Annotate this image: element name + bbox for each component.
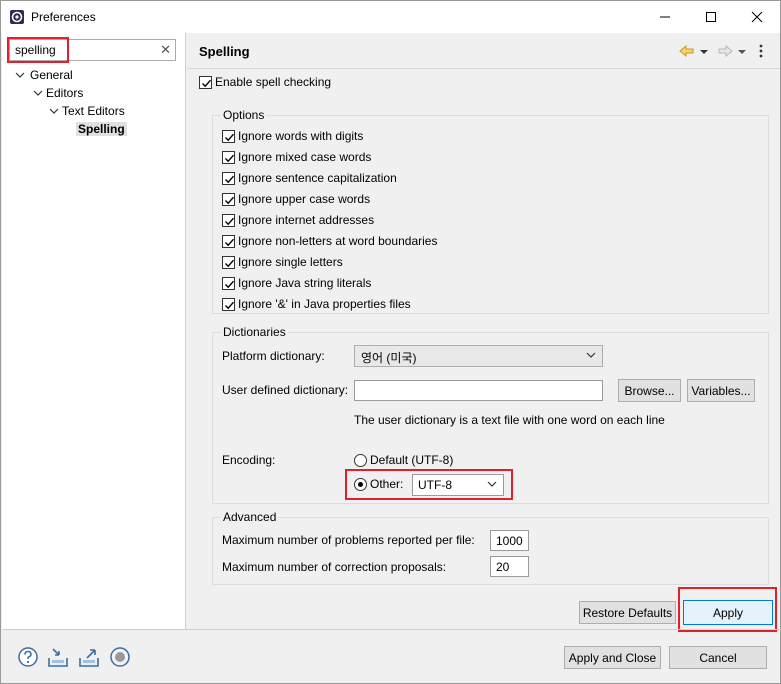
checkmark-icon bbox=[225, 301, 235, 310]
tree-item-text-editors[interactable]: Text Editors bbox=[48, 102, 125, 120]
max-proposals-input[interactable]: 20 bbox=[490, 556, 529, 577]
chevron-down-icon bbox=[586, 352, 596, 358]
tree-item-label: Text Editors bbox=[62, 104, 125, 118]
user-dictionary-input[interactable] bbox=[354, 380, 603, 401]
forward-icon bbox=[718, 44, 733, 58]
checkmark-icon bbox=[225, 154, 235, 163]
checkmark-icon bbox=[225, 238, 235, 247]
tree-item-label: Editors bbox=[46, 86, 84, 100]
option-label: Ignore internet addresses bbox=[238, 213, 375, 227]
import-icon[interactable] bbox=[47, 646, 69, 668]
title-bar: Preferences bbox=[1, 1, 780, 33]
option-checkbox[interactable] bbox=[222, 235, 235, 248]
platform-dictionary-select[interactable]: 영어 (미국) bbox=[354, 345, 603, 367]
encoding-label: Encoding: bbox=[222, 453, 276, 467]
checkmark-icon bbox=[225, 217, 235, 226]
checkmark-icon bbox=[225, 133, 235, 142]
tree-item-label: General bbox=[30, 68, 73, 82]
max-problems-label: Maximum number of problems reported per … bbox=[222, 533, 475, 547]
filter-highlight-box bbox=[7, 37, 69, 63]
tree-item-label: Spelling bbox=[76, 122, 127, 136]
restore-defaults-button[interactable]: Restore Defaults bbox=[579, 601, 676, 624]
enable-spell-checking-checkbox[interactable] bbox=[199, 76, 212, 89]
apply-highlight-box bbox=[678, 587, 777, 632]
option-label: Ignore '&' in Java properties files bbox=[238, 297, 411, 311]
chevron-down-icon[interactable] bbox=[32, 84, 44, 102]
eclipse-preferences-icon bbox=[9, 9, 25, 25]
forward-menu-icon[interactable] bbox=[737, 43, 747, 59]
view-menu-icon[interactable] bbox=[757, 43, 765, 59]
option-checkbox[interactable] bbox=[222, 277, 235, 290]
advanced-group-title: Advanced bbox=[221, 510, 279, 524]
max-problems-input[interactable]: 1000 bbox=[490, 530, 529, 551]
back-menu-icon[interactable] bbox=[699, 43, 709, 59]
preference-tree-panel: spelling ✕ General Editors Text Editors … bbox=[2, 33, 186, 629]
max-proposals-label: Maximum number of correction proposals: bbox=[222, 560, 447, 574]
cancel-button[interactable]: Cancel bbox=[669, 646, 767, 669]
checkmark-icon bbox=[225, 175, 235, 184]
dictionaries-group-title: Dictionaries bbox=[221, 325, 288, 339]
chevron-down-icon[interactable] bbox=[48, 102, 60, 120]
max-proposals-value: 20 bbox=[496, 560, 510, 574]
option-label: Ignore Java string literals bbox=[238, 276, 372, 290]
tree-item-editors[interactable]: Editors bbox=[32, 84, 83, 102]
option-label: Ignore upper case words bbox=[238, 192, 371, 206]
page-title: Spelling bbox=[199, 44, 250, 59]
variables-button[interactable]: Variables... bbox=[687, 379, 755, 402]
help-icon[interactable] bbox=[17, 646, 39, 668]
maximize-button[interactable] bbox=[688, 1, 734, 33]
tree-item-general[interactable]: General bbox=[14, 66, 73, 84]
record-icon[interactable] bbox=[109, 646, 131, 668]
footer-separator bbox=[2, 629, 781, 630]
user-dictionary-label: User defined dictionary: bbox=[222, 383, 349, 397]
encoding-default-radio[interactable] bbox=[354, 454, 367, 467]
apply-and-close-button[interactable]: Apply and Close bbox=[564, 646, 661, 669]
option-label: Ignore non-letters at word boundaries bbox=[238, 234, 438, 248]
option-label: Ignore single letters bbox=[238, 255, 343, 269]
option-checkbox[interactable] bbox=[222, 214, 235, 227]
encoding-highlight-box bbox=[345, 469, 513, 500]
minimize-button[interactable] bbox=[642, 1, 688, 33]
option-label: Ignore mixed case words bbox=[238, 150, 372, 164]
preferences-window: Preferences spelling ✕ General Editors T… bbox=[0, 0, 781, 684]
back-icon[interactable] bbox=[678, 43, 696, 59]
clear-icon[interactable]: ✕ bbox=[160, 42, 171, 58]
checkmark-icon bbox=[202, 79, 212, 88]
checkmark-icon bbox=[225, 196, 235, 205]
option-label: Ignore words with digits bbox=[238, 129, 364, 143]
option-checkbox[interactable] bbox=[222, 130, 235, 143]
close-button[interactable] bbox=[734, 1, 780, 33]
user-dictionary-info: The user dictionary is a text file with … bbox=[354, 413, 665, 427]
header-separator bbox=[187, 68, 780, 69]
encoding-default-label: Default (UTF-8) bbox=[370, 453, 454, 467]
platform-dictionary-label: Platform dictionary: bbox=[222, 349, 325, 363]
chevron-down-icon[interactable] bbox=[14, 66, 26, 84]
enable-spell-checking-label: Enable spell checking bbox=[215, 75, 332, 89]
window-title: Preferences bbox=[31, 10, 96, 24]
export-icon[interactable] bbox=[78, 646, 100, 668]
checkmark-icon bbox=[225, 280, 235, 289]
option-checkbox[interactable] bbox=[222, 256, 235, 269]
option-checkbox[interactable] bbox=[222, 298, 235, 311]
browse-button[interactable]: Browse... bbox=[618, 379, 681, 402]
checkmark-icon bbox=[225, 259, 235, 268]
maximize-icon bbox=[706, 12, 716, 22]
option-checkbox[interactable] bbox=[222, 193, 235, 206]
platform-dictionary-value: 영어 (미국) bbox=[361, 351, 417, 365]
option-checkbox[interactable] bbox=[222, 151, 235, 164]
close-icon bbox=[751, 11, 763, 23]
minimize-icon bbox=[660, 16, 670, 18]
options-group-title: Options bbox=[221, 108, 267, 122]
option-label: Ignore sentence capitalization bbox=[238, 171, 397, 185]
option-checkbox[interactable] bbox=[222, 172, 235, 185]
tree-item-spelling[interactable]: Spelling bbox=[76, 120, 127, 138]
max-problems-value: 1000 bbox=[496, 534, 523, 548]
